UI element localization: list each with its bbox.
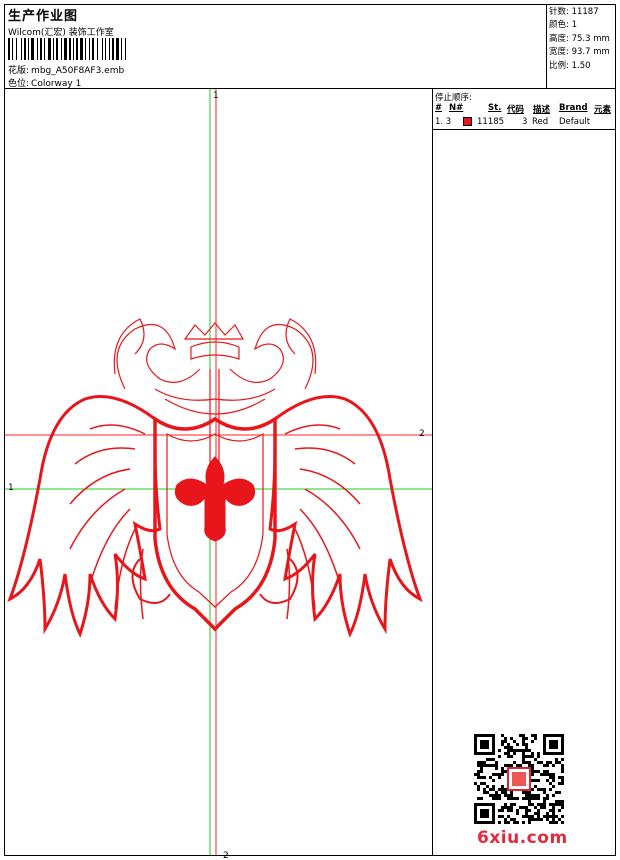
stat-value: 11187 bbox=[571, 7, 599, 17]
col-header-stitches: St. bbox=[488, 103, 502, 113]
design-label: 花版: bbox=[8, 66, 30, 76]
stat-colors: 颜色: 1 bbox=[549, 19, 613, 32]
stat-label: 高度: bbox=[549, 33, 569, 44]
qr-code bbox=[474, 734, 564, 824]
row-code: 3 bbox=[522, 117, 528, 127]
worksheet-header: 生产作业图 Wilcom(汇宏) 装饰工作室 花版: mbg_A50F8AF3.e… bbox=[5, 5, 615, 89]
company-name: Wilcom(汇宏) 装饰工作室 bbox=[8, 28, 114, 38]
production-worksheet: 生产作业图 Wilcom(汇宏) 装饰工作室 花版: mbg_A50F8AF3.e… bbox=[4, 4, 616, 860]
stat-scale: 比例: 1.50 bbox=[549, 60, 613, 73]
stat-label: 颜色: bbox=[549, 20, 569, 31]
embroidery-preview bbox=[5, 89, 432, 855]
colorway-label: 色位: bbox=[8, 79, 30, 89]
fleur-de-lis bbox=[174, 456, 256, 542]
row-brand: Default bbox=[559, 117, 591, 127]
stat-label: 针数: bbox=[549, 7, 569, 17]
guide-label-bottom: 2 bbox=[223, 851, 229, 860]
colorway-value: Colorway 1 bbox=[31, 79, 82, 89]
stat-label: 比例: bbox=[549, 60, 569, 71]
col-header-needle: N# bbox=[449, 103, 464, 113]
stat-width: 宽度: 93.7 mm bbox=[549, 46, 613, 59]
col-header-brand: Brand bbox=[559, 103, 588, 113]
stat-value: 93.7 mm bbox=[571, 47, 610, 58]
col-header-code: 代码 bbox=[507, 105, 525, 115]
barcode bbox=[8, 38, 126, 60]
stat-value: 1.50 bbox=[571, 60, 591, 71]
page-title: 生产作业图 bbox=[8, 9, 79, 24]
guide-label-right: 2 bbox=[419, 429, 425, 439]
colorway: 色位: Colorway 1 bbox=[8, 76, 81, 89]
row-stitches: 11185 bbox=[477, 117, 505, 127]
row-color-name: Red bbox=[532, 117, 549, 127]
guide-label-left: 1 bbox=[8, 483, 14, 493]
design-file: 花版: mbg_A50F8AF3.emb bbox=[8, 63, 124, 76]
col-header-element: 元素 bbox=[594, 105, 612, 115]
stat-stitches: 针数: 11187 bbox=[549, 6, 613, 19]
stop-sequence-table: 停止顺序: # N# St. 代码 描述 Brand 元素 1. 3 11185… bbox=[433, 89, 616, 130]
guide-label-top: 1 bbox=[213, 91, 219, 101]
row-number: 1. 3 bbox=[435, 117, 452, 127]
design-filename: mbg_A50F8AF3.emb bbox=[31, 66, 125, 76]
design-canvas: 1 2 2 1 bbox=[5, 89, 432, 860]
stats-panel: 针数: 11187 颜色: 1 高度: 75.3 mm 宽度: 93.7 mm … bbox=[546, 5, 615, 89]
stop-sequence-title: 停止顺序: bbox=[435, 93, 472, 103]
col-header-index: # bbox=[435, 103, 443, 113]
stat-height: 高度: 75.3 mm bbox=[549, 33, 613, 46]
color-swatch bbox=[463, 117, 472, 126]
stat-label: 宽度: bbox=[549, 47, 569, 58]
col-header-description: 描述 bbox=[533, 105, 551, 115]
site-watermark: 6xiu.com bbox=[477, 828, 568, 848]
stat-value: 1 bbox=[571, 20, 577, 31]
stat-value: 75.3 mm bbox=[571, 33, 610, 44]
